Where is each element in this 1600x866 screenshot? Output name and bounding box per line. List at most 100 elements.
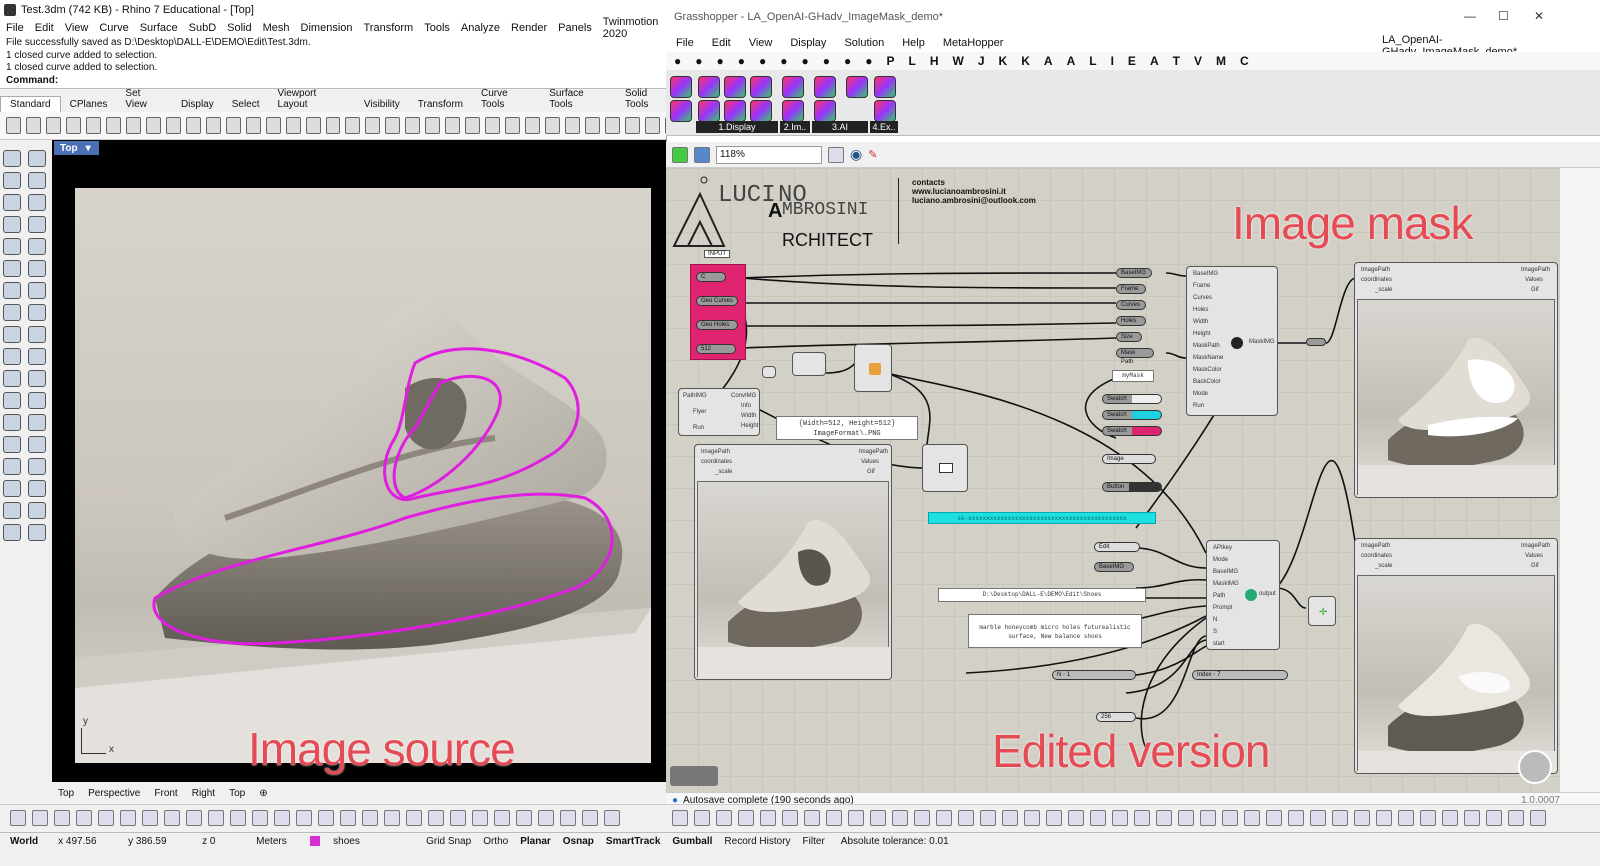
menu-panels[interactable]: Panels	[558, 22, 592, 34]
gh-tab-letter[interactable]: H	[930, 54, 939, 68]
image-viewer-left[interactable]: ImagePath coordinates _scale ImagePath V…	[694, 444, 892, 680]
image-viewer-mask[interactable]: ImagePath coordinates _scale ImagePath V…	[1354, 262, 1558, 498]
zoom-select[interactable]: 118%	[716, 145, 822, 164]
component-icon[interactable]	[874, 100, 896, 122]
menu-solid[interactable]: Solid	[227, 22, 251, 34]
toolbar-tool-icon[interactable]	[345, 117, 361, 134]
add-viewport-icon[interactable]: ⊕	[259, 788, 267, 799]
run-button[interactable]: Button	[1102, 482, 1162, 492]
input-pill[interactable]: Geo Holes	[696, 320, 738, 330]
toolbar-tool-icon[interactable]	[645, 117, 660, 134]
component-icon[interactable]	[698, 100, 720, 122]
size-value-list[interactable]: 256	[1096, 712, 1136, 722]
bottom-tool-icon[interactable]	[804, 809, 820, 826]
param-pill[interactable]: Mask Path	[1116, 348, 1154, 365]
toolbar-tool-icon[interactable]	[385, 117, 401, 134]
bottom-tool-icon[interactable]	[428, 809, 444, 826]
toolbar-tool-icon[interactable]	[405, 117, 421, 134]
image-viewer-edited[interactable]: ImagePath coordinates _scale ImagePath V…	[1354, 538, 1558, 774]
toolbar-tool-icon[interactable]	[625, 117, 640, 134]
left-tool-icon[interactable]	[28, 216, 46, 233]
bottom-tool-icon[interactable]	[1398, 809, 1414, 826]
left-tool-icon[interactable]	[3, 216, 21, 233]
toolbar-tool-icon[interactable]	[185, 117, 201, 134]
menu-curve[interactable]: Curve	[99, 22, 128, 34]
canvas-widget[interactable]	[670, 766, 718, 786]
bottom-tool-icon[interactable]	[1464, 809, 1480, 826]
mode-value-list[interactable]: Image	[1102, 454, 1156, 464]
gh-menu-help[interactable]: Help	[902, 37, 925, 49]
component-icon[interactable]	[670, 76, 692, 98]
gh-tab-letter[interactable]: T	[1173, 54, 1180, 68]
left-tool-icon[interactable]	[28, 304, 46, 321]
gh-tab-icon[interactable]: ●	[802, 54, 809, 68]
gh-tab-letter[interactable]: P	[887, 54, 895, 68]
open-file-icon[interactable]	[672, 146, 688, 163]
input-pill[interactable]: C	[696, 272, 726, 282]
bottom-tool-icon[interactable]	[142, 809, 158, 826]
gh-tab-letter[interactable]: L	[909, 54, 916, 68]
left-tool-icon[interactable]	[3, 392, 21, 409]
layer-status[interactable]: shoes	[300, 836, 420, 847]
left-tool-icon[interactable]	[3, 524, 21, 541]
viewport-tab-perspective[interactable]: Perspective	[88, 788, 140, 799]
bottom-tool-icon[interactable]	[1002, 809, 1018, 826]
gh-tab-icon[interactable]: ●	[674, 54, 681, 68]
toolbar-tool-icon[interactable]	[245, 117, 261, 134]
toolbar-tool-icon[interactable]	[285, 117, 301, 134]
left-tool-icon[interactable]	[28, 194, 46, 211]
left-tool-icon[interactable]	[28, 238, 46, 255]
menu-dimension[interactable]: Dimension	[301, 22, 353, 34]
toolbar-tool-icon[interactable]	[485, 117, 501, 134]
section-label[interactable]: 3.AI	[812, 121, 868, 133]
list-item-node[interactable]: ✛	[1308, 596, 1336, 626]
left-tool-icon[interactable]	[28, 282, 46, 299]
menu-analyze[interactable]: Analyze	[461, 22, 500, 34]
component-icon[interactable]	[670, 100, 692, 122]
component-icon[interactable]	[750, 100, 772, 122]
left-tool-icon[interactable]	[3, 260, 21, 277]
bottom-tool-icon[interactable]	[10, 809, 26, 826]
bottom-tool-icon[interactable]	[1442, 809, 1458, 826]
bottom-tool-icon[interactable]	[406, 809, 422, 826]
left-tool-icon[interactable]	[28, 436, 46, 453]
gh-tab-letter[interactable]: A	[1150, 54, 1159, 68]
prompt-panel[interactable]: marble honeycomb micro holes futurealist…	[968, 614, 1142, 648]
toggle-filter[interactable]: Filter	[797, 836, 831, 847]
component-icon[interactable]	[724, 76, 746, 98]
swatch-white[interactable]: Swatch	[1102, 394, 1162, 404]
left-tool-icon[interactable]	[3, 304, 21, 321]
left-tool-icon[interactable]	[28, 480, 46, 497]
mask-name-panel[interactable]: myMask	[1112, 370, 1154, 382]
toolbar-tool-icon[interactable]	[105, 117, 121, 134]
component-icon[interactable]	[814, 100, 836, 122]
toolbar-tool-icon[interactable]	[125, 117, 141, 134]
input-pill[interactable]: 512	[696, 344, 736, 354]
n-slider[interactable]: N ◦ 1	[1052, 670, 1136, 680]
bottom-tool-icon[interactable]	[340, 809, 356, 826]
image-info-node[interactable]: PathIMG Flyer Run ConvIMG Info Width Hei…	[678, 388, 760, 436]
zoom-extents-icon[interactable]	[828, 146, 844, 163]
component-icon[interactable]	[698, 76, 720, 98]
toolbar-tool-icon[interactable]	[365, 117, 381, 134]
bottom-tool-icon[interactable]	[1486, 809, 1502, 826]
left-tool-icon[interactable]	[28, 370, 46, 387]
left-tool-icon[interactable]	[3, 150, 21, 167]
gh-menu-solution[interactable]: Solution	[844, 37, 884, 49]
param-pill[interactable]: BaseIMG	[1116, 268, 1152, 278]
gh-menu-edit[interactable]: Edit	[712, 37, 731, 49]
gh-tab-letter[interactable]: A	[1044, 54, 1053, 68]
menu-subd[interactable]: SubD	[189, 22, 217, 34]
gh-tab-letter[interactable]: K	[1021, 54, 1030, 68]
bottom-tool-icon[interactable]	[1266, 809, 1282, 826]
bottom-tool-icon[interactable]	[1112, 809, 1128, 826]
toggle-smarttrack[interactable]: SmartTrack	[600, 836, 666, 847]
left-tool-icon[interactable]	[28, 458, 46, 475]
toolbar-tool-icon[interactable]	[265, 117, 281, 134]
gh-tab-letter[interactable]: A	[1067, 54, 1076, 68]
toolbar-tool-icon[interactable]	[445, 117, 461, 134]
bottom-tool-icon[interactable]	[1420, 809, 1436, 826]
tab-cplanes[interactable]: CPlanes	[61, 97, 117, 112]
param-pill[interactable]: Frame	[1116, 284, 1146, 294]
tab-transform[interactable]: Transform	[409, 97, 472, 112]
